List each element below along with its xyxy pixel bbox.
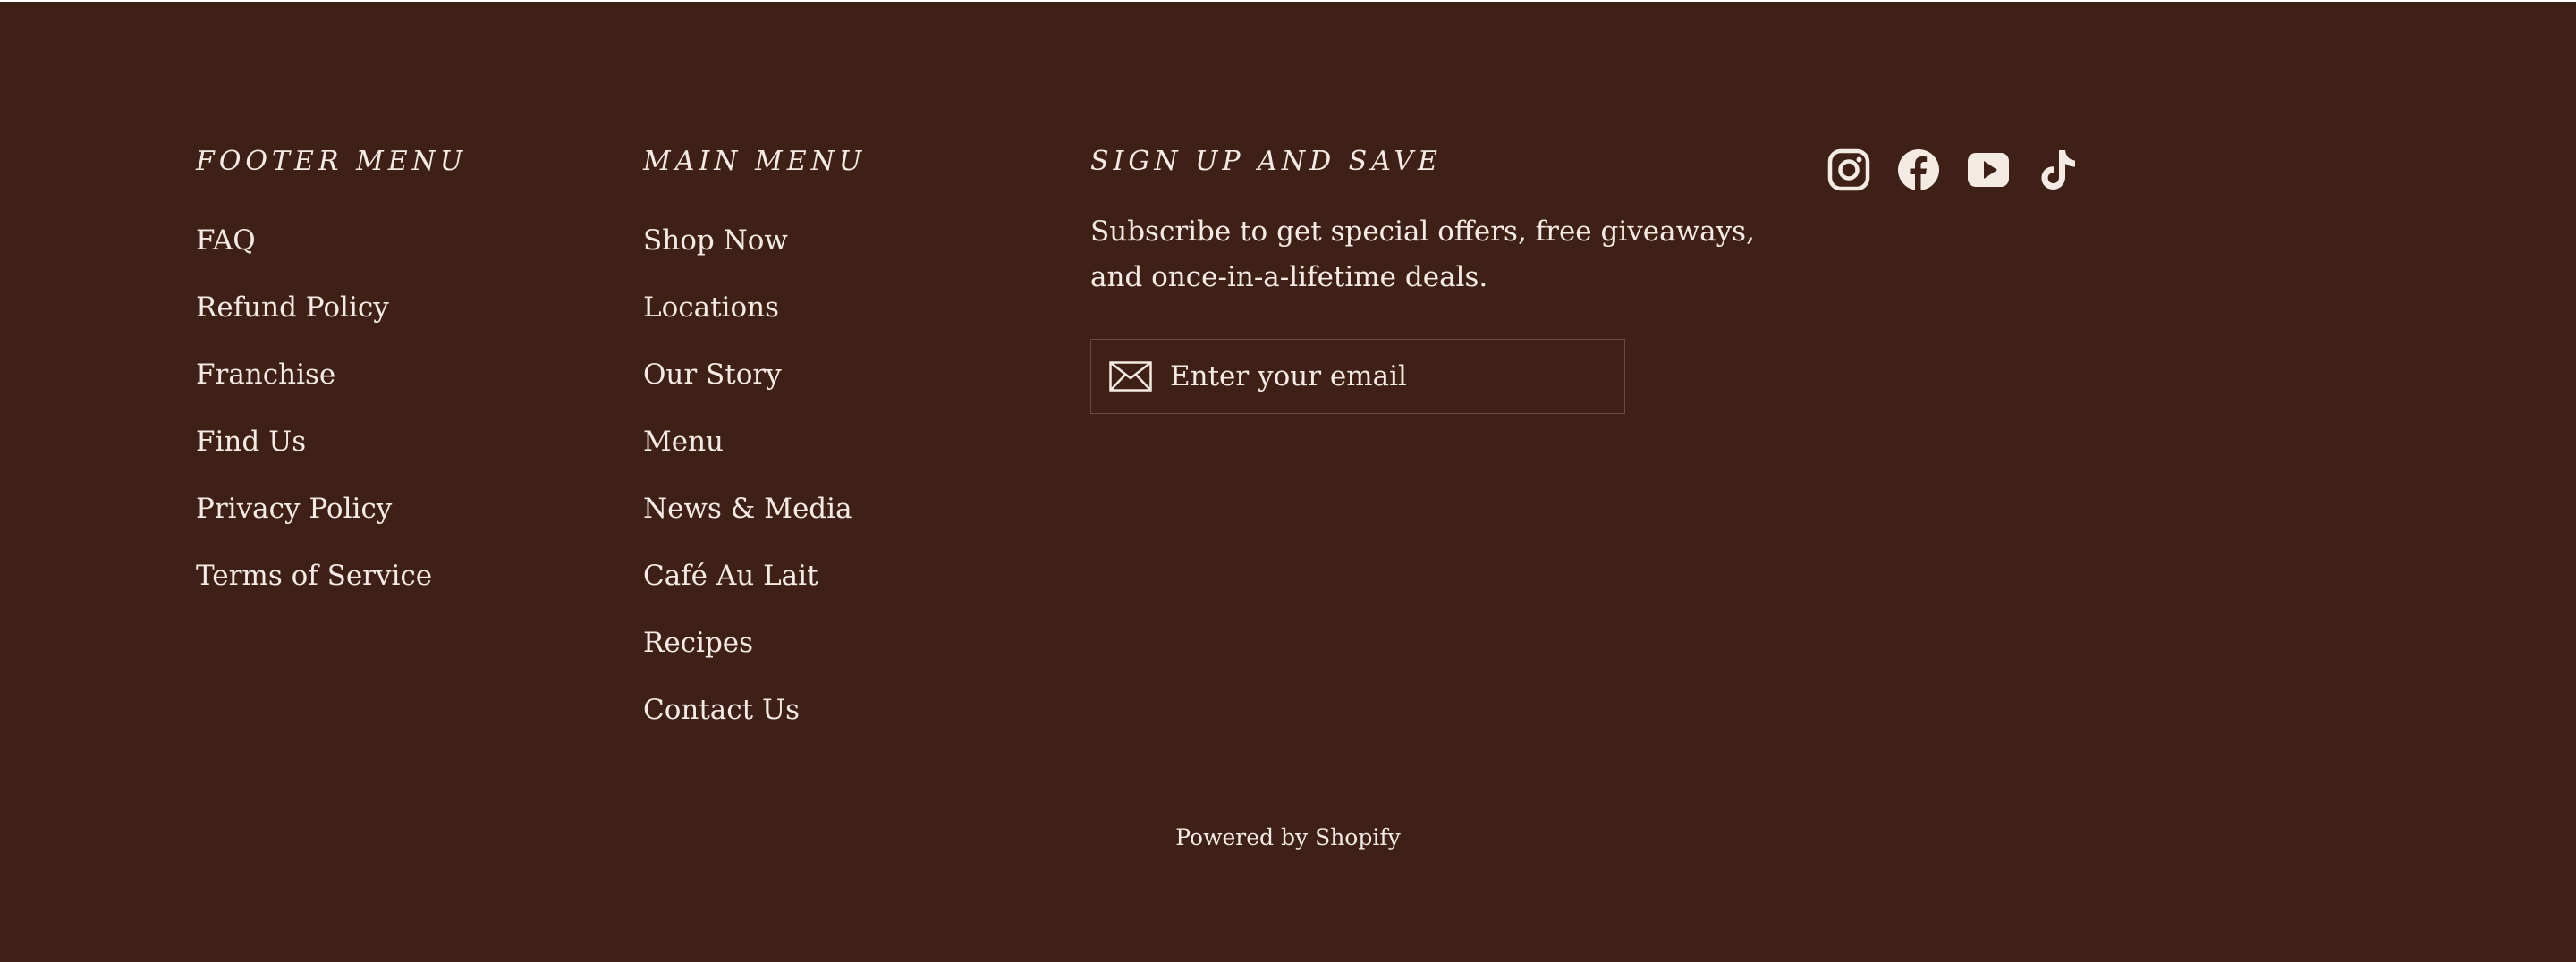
powered-by-link[interactable]: Powered by Shopify bbox=[0, 823, 2576, 853]
main-menu-item-cafe-au-lait[interactable]: Café Au Lait bbox=[643, 558, 852, 625]
footer-menu-item-franchise[interactable]: Franchise bbox=[196, 357, 432, 424]
signup-heading: SIGN UP AND SAVE bbox=[1090, 146, 1442, 177]
footer-menu-item-find-us[interactable]: Find Us bbox=[196, 424, 432, 491]
instagram-icon[interactable] bbox=[1827, 148, 1870, 191]
footer-menu-item-terms-of-service[interactable]: Terms of Service bbox=[196, 558, 432, 625]
footer-menu-item-privacy-policy[interactable]: Privacy Policy bbox=[196, 491, 432, 558]
footer-menu-heading: FOOTER MENU bbox=[196, 146, 468, 177]
main-menu-item-news-media[interactable]: News & Media bbox=[643, 491, 852, 558]
footer-menu-list: FAQ Refund Policy Franchise Find Us Priv… bbox=[196, 223, 432, 625]
footer-menu-item-refund-policy[interactable]: Refund Policy bbox=[196, 290, 432, 357]
footer-menu-column: FOOTER MENU FAQ Refund Policy Franchise … bbox=[196, 146, 468, 592]
main-menu-item-menu[interactable]: Menu bbox=[643, 424, 852, 491]
youtube-icon[interactable] bbox=[1967, 148, 2010, 191]
main-menu-item-recipes[interactable]: Recipes bbox=[643, 625, 852, 692]
main-menu-heading: MAIN MENU bbox=[643, 146, 867, 177]
facebook-icon[interactable] bbox=[1897, 148, 1940, 191]
email-input[interactable] bbox=[1170, 360, 1599, 392]
site-footer: FOOTER MENU FAQ Refund Policy Franchise … bbox=[0, 2, 2576, 962]
main-menu-item-locations[interactable]: Locations bbox=[643, 290, 852, 357]
signup-column: SIGN UP AND SAVE Subscribe to get specia… bbox=[1090, 146, 1806, 414]
main-menu-list: Shop Now Locations Our Story Menu News &… bbox=[643, 223, 852, 759]
main-menu-item-shop-now[interactable]: Shop Now bbox=[643, 223, 852, 290]
signup-description: Subscribe to get special offers, free gi… bbox=[1090, 215, 1755, 293]
footer-menu-item-faq[interactable]: FAQ bbox=[196, 223, 432, 290]
envelope-icon bbox=[1109, 361, 1152, 392]
main-menu-item-contact-us[interactable]: Contact Us bbox=[643, 692, 852, 759]
main-menu-item-our-story[interactable]: Our Story bbox=[643, 357, 852, 424]
main-menu-column: MAIN MENU Shop Now Locations Our Story M… bbox=[643, 146, 867, 726]
tiktok-icon[interactable] bbox=[2037, 148, 2080, 191]
social-links bbox=[1827, 148, 2080, 191]
email-signup-form bbox=[1090, 339, 1625, 414]
